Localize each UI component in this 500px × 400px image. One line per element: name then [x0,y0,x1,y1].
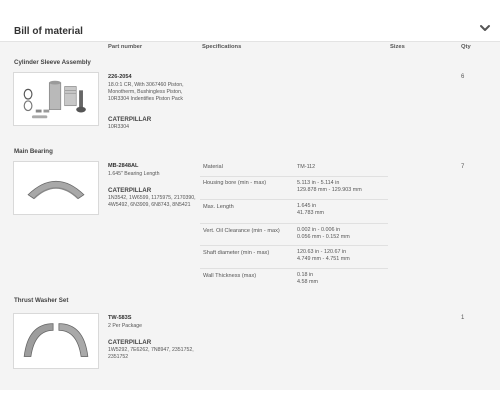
section-title: Cylinder Sleeve Assembly [14,59,91,66]
interchange-numbers: 1W5292, 7E6262, 7N8947, 2351752, 2351752 [108,347,194,361]
spec-value: 1.645 in 41.783 mm [297,203,324,217]
bearing-shell-icon [27,181,85,200]
thrust-washer-icon [23,323,89,357]
spec-name: Shaft diameter (min - max) [203,250,270,256]
spec-name: Vert. Oil Clearance (min - max) [203,228,280,234]
part-number[interactable]: TW-583S [108,315,132,321]
spec-value: TM-112 [297,164,316,170]
part-qty: 7 [461,164,465,170]
cylinder-sleeve-kit-icon [23,80,86,119]
spec-name: Wall Thickness (max) [203,273,257,279]
section-title: Thrust Washer Set [14,297,69,304]
bom-title: Bill of material [14,26,83,37]
brand-name: CATERPILLAR [108,116,152,123]
part-qty: 1 [461,315,465,321]
spec-row: Max. Length 1.645 in 41.783 mm [200,200,388,224]
part-description: 1.645" Bearing Length [108,171,160,177]
part-thumbnail[interactable] [13,72,99,126]
chevron-down-icon[interactable] [478,23,492,35]
spec-value: 0.18 in 4.58 mm [297,272,318,286]
spec-value: 5.113 in - 5.114 in 129.878 mm - 129.903… [297,180,362,194]
brand-name: CATERPILLAR [108,339,152,346]
section-title: Main Bearing [14,148,53,155]
part-description: 18.0:1 CR, With 3067460 Piston, Monother… [108,82,184,103]
part-number[interactable]: MB-2848AL [108,163,138,169]
interchange-numbers: 10R3304 [108,124,130,130]
spec-name: Max. Length [203,204,234,210]
spec-row: Wall Thickness (max) 0.18 in 4.58 mm [200,269,388,293]
col-header-sizes: Sizes [390,44,405,50]
part-thumbnail[interactable] [13,161,99,215]
spec-row: Vert. Oil Clearance (min - max) 0.002 in… [200,224,388,246]
part-description: 2 Per Package [108,323,143,329]
spec-value: 120.63 in - 120.67 in 4.749 mm - 4.751 m… [297,249,350,263]
spec-row: Shaft diameter (min - max) 120.63 in - 1… [200,246,388,269]
part-number[interactable]: 226-2054 [108,74,132,80]
interchange-numbers: 1N3542, 1W6599, 1175975, 2170390, 4W5492… [108,195,196,209]
part-thumbnail[interactable] [13,313,99,369]
spec-value: 0.002 in - 0.006 in 0.056 mm - 0.152 mm [297,227,350,241]
spec-row: Material TM-112 [200,160,388,177]
col-header-specifications: Specifications [202,44,242,50]
col-header-part-number: Part number [108,44,143,50]
spec-row: Housing bore (min - max) 5.113 in - 5.11… [200,177,388,200]
bom-header[interactable]: Bill of material [0,10,500,42]
part-qty: 6 [461,74,465,80]
brand-name: CATERPILLAR [108,187,152,194]
spec-name: Material [203,164,223,170]
spec-name: Housing bore (min - max) [203,180,267,186]
col-header-qty: Qty [461,44,471,50]
